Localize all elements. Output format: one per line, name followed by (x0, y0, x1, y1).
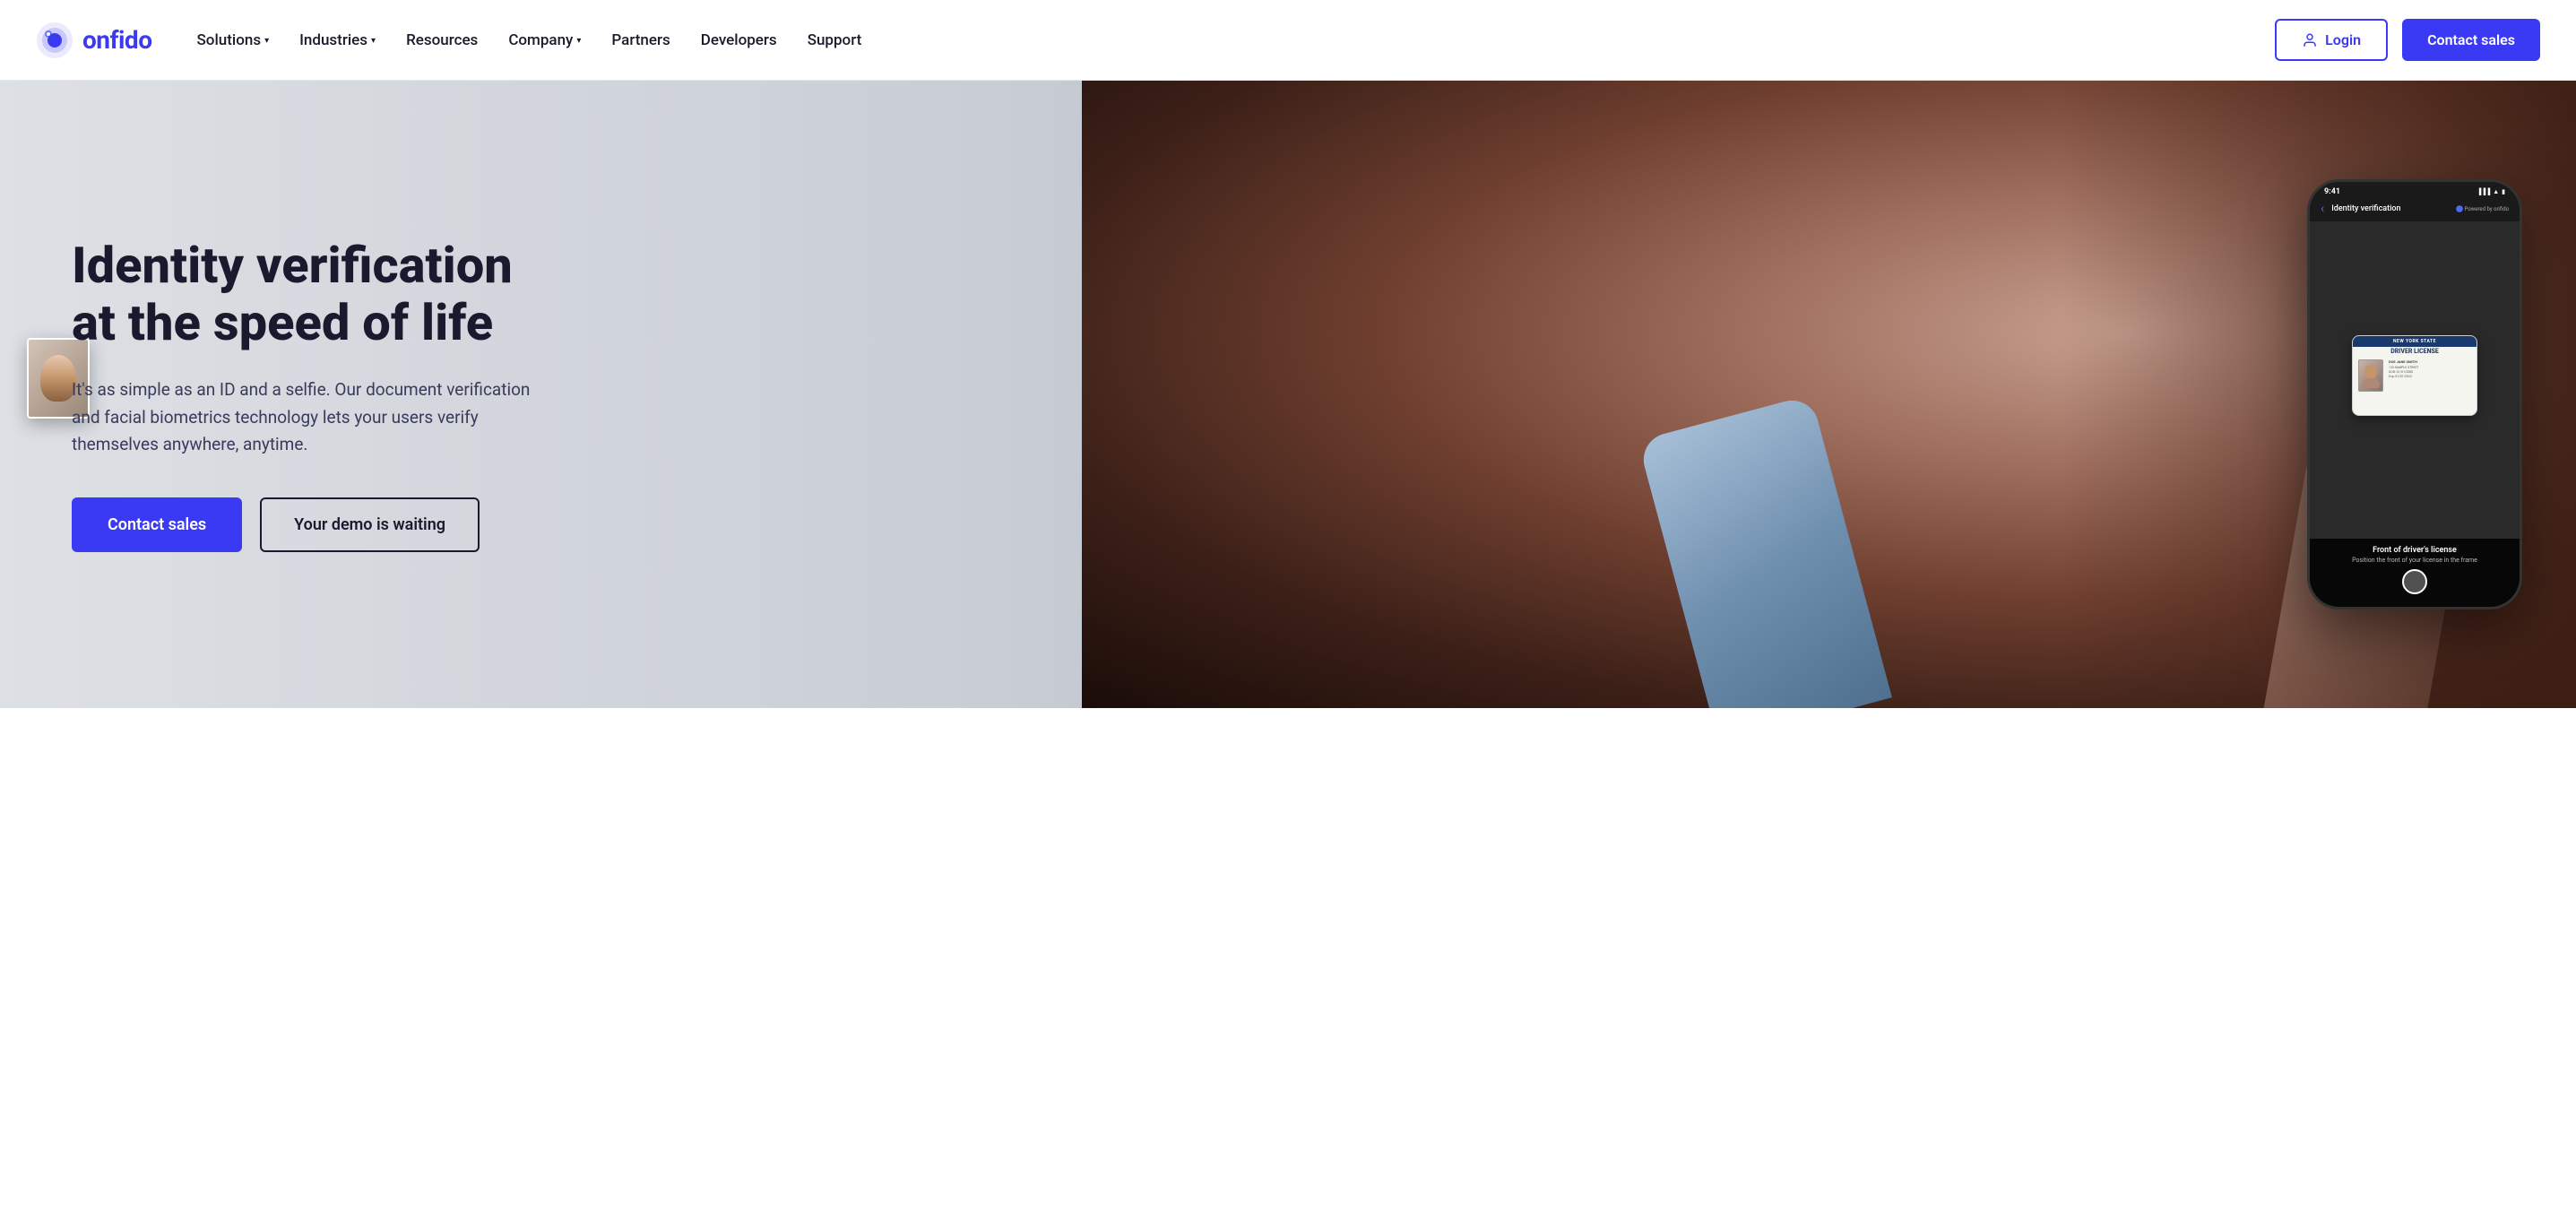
nav-solutions-label: Solutions (197, 31, 262, 49)
id-card-face-svg (2361, 363, 2381, 388)
phone-mockup: 9:41 ▐▐▐ ▲ ▮ ‹ Identity verification Pow… (2307, 179, 2522, 609)
chevron-down-icon: ▾ (371, 36, 376, 46)
navbar: onfido Solutions ▾ Industries ▾ Resource… (0, 0, 2576, 81)
hero-description: It's as simple as an ID and a selfie. Ou… (72, 376, 538, 458)
contact-sales-nav-button[interactable]: Contact sales (2402, 19, 2540, 61)
contact-sales-hero-label: Contact sales (108, 515, 206, 534)
contact-sales-nav-label: Contact sales (2427, 31, 2515, 48)
nav-links: Solutions ▾ Industries ▾ Resources Compa… (185, 24, 875, 56)
nav-item-company[interactable]: Company ▾ (496, 24, 593, 56)
chevron-down-icon: ▾ (576, 36, 581, 46)
nav-item-solutions[interactable]: Solutions ▾ (185, 24, 282, 56)
nav-item-partners[interactable]: Partners (599, 24, 682, 56)
phone-status-icons: ▐▐▐ ▲ ▮ (2477, 188, 2505, 195)
nav-right: Login Contact sales (2275, 19, 2540, 61)
nav-link-resources[interactable]: Resources (393, 24, 490, 56)
login-button[interactable]: Login (2275, 19, 2388, 61)
id-card-preview: NEW YORK STATE DRIVER LICENSE (2352, 335, 2477, 416)
id-card-header: NEW YORK STATE (2353, 336, 2477, 347)
id-card-exp: Exp: 01/01/2022 (2389, 375, 2471, 379)
phone-powered-by-text: Powered by onfido (2465, 206, 2509, 212)
nav-item-resources[interactable]: Resources (393, 24, 490, 56)
signal-icon: ▐▐▐ (2477, 188, 2490, 195)
phone-status-bar: 9:41 ▐▐▐ ▲ ▮ (2310, 182, 2520, 198)
id-card-body: DOE JANE SMITH 123 SAMPLE STREET DOB: 01… (2353, 356, 2477, 395)
phone-bottom-label: Front of driver's license Position the f… (2310, 539, 2520, 607)
logo[interactable]: onfido (36, 22, 152, 59)
demo-button-label: Your demo is waiting (294, 515, 445, 534)
user-icon (2302, 32, 2318, 48)
phone-capture-button[interactable] (2402, 569, 2427, 594)
nav-item-industries[interactable]: Industries ▾ (287, 24, 388, 56)
phone-onfido-badge: Powered by onfido (2456, 205, 2509, 212)
nav-partners-label: Partners (611, 31, 670, 49)
nav-developers-label: Developers (701, 31, 777, 49)
id-card-name: DOE JANE SMITH (2389, 359, 2471, 364)
nav-industries-label: Industries (299, 31, 367, 49)
hero-title: Identity verification at the speed of li… (72, 237, 538, 352)
hero-buttons: Contact sales Your demo is waiting (72, 497, 538, 552)
nav-link-industries[interactable]: Industries ▾ (287, 24, 388, 56)
phone-onfido-logo (2456, 205, 2463, 212)
id-card-info: DOE JANE SMITH 123 SAMPLE STREET DOB: 01… (2389, 359, 2471, 392)
login-label: Login (2325, 31, 2361, 48)
logo-text: onfido (82, 25, 152, 55)
nav-link-support[interactable]: Support (795, 24, 875, 56)
nav-link-partners[interactable]: Partners (599, 24, 682, 56)
wifi-icon: ▲ (2493, 188, 2499, 195)
contact-sales-hero-button[interactable]: Contact sales (72, 497, 242, 552)
hero-title-line2: at the speed of life (72, 293, 493, 352)
nav-item-support[interactable]: Support (795, 24, 875, 56)
phone-camera-area: NEW YORK STATE DRIVER LICENSE (2310, 221, 2520, 539)
hero-title-line1: Identity verification (72, 236, 513, 295)
nav-left: onfido Solutions ▾ Industries ▾ Resource… (36, 22, 874, 59)
nav-link-company[interactable]: Company ▾ (496, 24, 593, 56)
id-card-type: DRIVER LICENSE (2353, 347, 2477, 356)
phone-document-type: Front of driver's license (2319, 546, 2511, 555)
hero-section: 9:41 ▐▐▐ ▲ ▮ ‹ Identity verification Pow… (0, 81, 2576, 708)
nav-company-label: Company (508, 31, 573, 49)
phone-header-title: Identity verification (2331, 204, 2400, 213)
nav-link-solutions[interactable]: Solutions ▾ (185, 24, 282, 56)
battery-icon: ▮ (2502, 188, 2505, 195)
nav-resources-label: Resources (406, 31, 478, 49)
phone-time: 9:41 (2324, 187, 2340, 196)
phone-back-button[interactable]: ‹ (2321, 202, 2324, 216)
id-state-header: NEW YORK STATE (2393, 339, 2436, 344)
hero-content: Identity verification at the speed of li… (0, 165, 609, 625)
phone-header: ‹ Identity verification Powered by onfid… (2310, 198, 2520, 221)
phone-instruction-text: Position the front of your license in th… (2319, 557, 2511, 564)
nav-link-developers[interactable]: Developers (688, 24, 790, 56)
id-card-photo (2358, 359, 2383, 392)
phone-screen: 9:41 ▐▐▐ ▲ ▮ ‹ Identity verification Pow… (2310, 182, 2520, 607)
onfido-logo-icon (36, 22, 73, 59)
nav-item-developers[interactable]: Developers (688, 24, 790, 56)
nav-support-label: Support (808, 31, 862, 49)
chevron-down-icon: ▾ (264, 36, 269, 46)
demo-button[interactable]: Your demo is waiting (260, 497, 480, 552)
